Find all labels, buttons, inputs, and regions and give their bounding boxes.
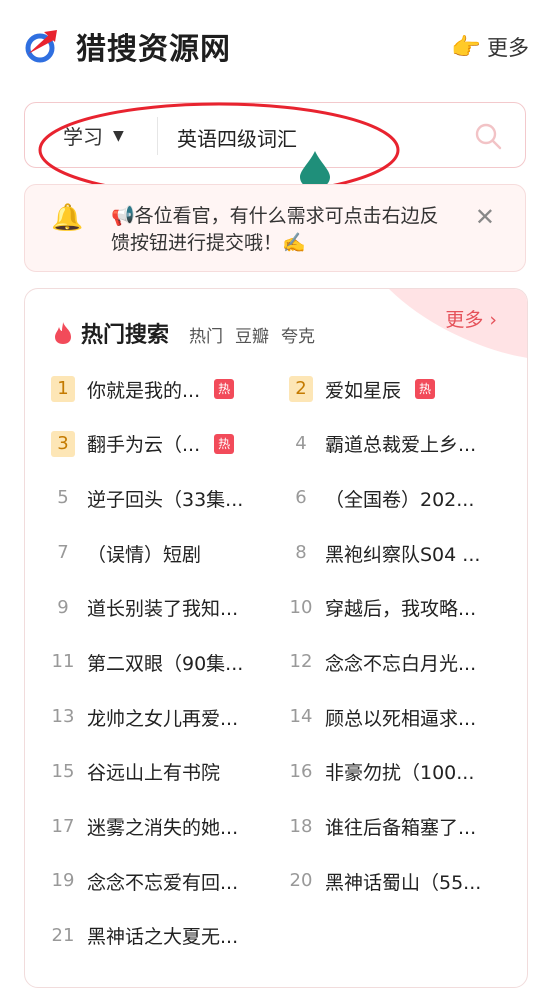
rank-number: 11 xyxy=(51,651,75,673)
item-title: 翻手为云（... xyxy=(87,434,201,457)
rank-number: 6 xyxy=(295,487,307,509)
hot-search-item[interactable]: 6 （全国卷）202... xyxy=(289,482,505,514)
fire-icon xyxy=(55,322,71,344)
item-title: 谷远山上有书院 xyxy=(87,762,221,785)
hot-search-item[interactable]: 19 念念不忘爱有回... xyxy=(51,865,267,897)
hot-badge: 热 xyxy=(415,379,436,399)
hot-search-item[interactable]: 10 穿越后，我攻略... xyxy=(289,592,505,624)
hot-search-row: 3 翻手为云（... 热 4 霸道总裁爱上乡... xyxy=(51,428,511,483)
hot-search-item[interactable]: 16 非豪勿扰（100... xyxy=(289,756,505,788)
header-more-label: 更多 xyxy=(487,36,529,60)
hot-search-item[interactable]: 7 （误情）短剧 xyxy=(51,537,267,569)
hot-search-row: 15 谷远山上有书院 16 非豪勿扰（100... xyxy=(51,756,511,811)
rank-number: 9 xyxy=(57,596,69,618)
item-title: 顾总以死相逼求... xyxy=(325,707,477,730)
tab-douban[interactable]: 豆瓣 xyxy=(235,322,269,347)
site-logo-icon[interactable] xyxy=(24,28,60,64)
rank-number: 2 xyxy=(289,376,313,402)
hot-search-row: 21 黑神话之大夏无... xyxy=(51,920,511,975)
hot-search-item[interactable]: 4 霸道总裁爱上乡... xyxy=(289,428,505,460)
hot-search-header: 热门搜索 热门 豆瓣 夸克 xyxy=(53,317,327,349)
rank-number: 5 xyxy=(57,487,69,509)
search-icon[interactable] xyxy=(473,121,503,151)
item-title: （全国卷）202... xyxy=(325,488,475,511)
hot-search-item[interactable]: 17 迷雾之消失的她... xyxy=(51,811,267,843)
hot-search-row: 11 第二双眼（90集... 12 念念不忘白月光... xyxy=(51,646,511,701)
item-title: 你就是我的... xyxy=(87,379,201,402)
rank-number: 13 xyxy=(51,706,75,728)
site-title[interactable]: 猎搜资源网 xyxy=(76,24,231,68)
item-title: 非豪勿扰（100... xyxy=(325,762,475,785)
item-title: 念念不忘白月光... xyxy=(325,652,477,675)
tab-hot[interactable]: 热门 xyxy=(189,322,223,347)
rank-number: 7 xyxy=(57,542,69,564)
tab-quark[interactable]: 夸克 xyxy=(281,322,315,347)
hot-search-row: 13 龙帅之女儿再爱... 14 顾总以死相逼求... xyxy=(51,701,511,756)
item-title: （误情）短剧 xyxy=(87,543,202,566)
rank-number: 17 xyxy=(51,815,75,837)
hot-search-item[interactable]: 5 逆子回头（33集... xyxy=(51,482,267,514)
hot-search-item[interactable]: 14 顾总以死相逼求... xyxy=(289,701,505,733)
item-title: 爱如星辰 xyxy=(325,379,402,402)
close-icon[interactable]: ✕ xyxy=(475,203,495,231)
item-title: 念念不忘爱有回... xyxy=(87,871,239,894)
hot-search-list: 1 你就是我的... 热 2 爱如星辰热 3 翻手为云（... 热 4 霸道总裁爱上乡... 5 逆子… xyxy=(51,373,511,975)
hot-search-item[interactable]: 12 念念不忘白月光... xyxy=(289,646,505,678)
rank-number: 12 xyxy=(289,651,313,673)
item-title: 道长别装了我知... xyxy=(87,598,239,621)
hot-search-title: 热门搜索 xyxy=(81,323,170,348)
header: 猎搜资源网 👉 更多 xyxy=(0,0,553,90)
item-title: 霸道总裁爱上乡... xyxy=(325,434,477,457)
rank-number: 14 xyxy=(289,706,313,728)
item-title: 迷雾之消失的她... xyxy=(87,817,239,839)
pointing-hand-icon: 👉 xyxy=(451,33,481,61)
hot-search-item[interactable]: 8 黑袍纠察队S04 ... xyxy=(289,537,505,569)
item-title: 穿越后，我攻略... xyxy=(325,598,477,621)
hot-badge: 热 xyxy=(214,433,235,454)
hot-more-button[interactable]: 更多 › xyxy=(445,305,497,332)
item-title: 第二双眼（90集... xyxy=(87,652,244,675)
rank-number: 10 xyxy=(289,596,313,618)
rank-number: 16 xyxy=(289,760,313,782)
hot-search-item[interactable]: 9 道长别装了我知... xyxy=(51,592,267,624)
hot-search-row: 5 逆子回头（33集... 6 （全国卷）202... xyxy=(51,482,511,537)
rank-number: 4 xyxy=(295,432,307,454)
hot-search-item[interactable]: 21 黑神话之大夏无... xyxy=(51,920,267,952)
notice-text: 📢各位看官，有什么需求可点击右边反馈按钮进行提交哦！✍️ xyxy=(111,205,439,254)
rank-number: 19 xyxy=(51,870,75,892)
notice-banner: 🔔 📢各位看官，有什么需求可点击右边反馈按钮进行提交哦！✍️ ✕ xyxy=(24,184,526,272)
rank-number: 8 xyxy=(295,542,307,564)
header-more-button[interactable]: 👉 更多 xyxy=(451,32,529,62)
rank-number: 3 xyxy=(51,430,75,457)
hot-search-row: 7 （误情）短剧 8 黑袍纠察队S04 ... xyxy=(51,537,511,592)
rank-number: 1 xyxy=(51,376,75,402)
hot-search-row: 17 迷雾之消失的她... 18 谁往后备箱塞了... xyxy=(51,811,511,866)
item-title: 逆子回头（33集... xyxy=(87,488,244,511)
hot-search-row: 9 道长别装了我知... 10 穿越后，我攻略... xyxy=(51,592,511,647)
hot-search-row: 19 念念不忘爱有回... 20 黑神话蜀山（55... xyxy=(51,865,511,920)
item-title: 黑神话之大夏无... xyxy=(87,926,239,949)
rank-number: 15 xyxy=(51,760,75,782)
hot-search-item[interactable]: 1 你就是我的... 热 xyxy=(51,373,267,405)
rank-number: 18 xyxy=(289,815,313,837)
bell-icon: 🔔 xyxy=(51,203,84,233)
item-title: 龙帅之女儿再爱... xyxy=(87,707,239,730)
hot-search-item[interactable]: 18 谁往后备箱塞了... xyxy=(289,811,505,843)
hot-search-item[interactable]: 2 爱如星辰热 xyxy=(289,373,505,405)
hot-search-panel: 更多 › 热门搜索 热门 豆瓣 夸克 1 你就是我的... 热 2 爱如星辰热 3 翻手为云… xyxy=(24,288,528,988)
hot-search-item[interactable]: 13 龙帅之女儿再爱... xyxy=(51,701,267,733)
item-title: 黑神话蜀山（55... xyxy=(325,871,482,894)
rank-number: 21 xyxy=(51,924,75,946)
item-title: 谁往后备箱塞了... xyxy=(325,817,477,839)
rank-number: 20 xyxy=(289,870,313,892)
hot-search-item[interactable]: 11 第二双眼（90集... xyxy=(51,646,267,678)
item-title: 黑袍纠察队S04 ... xyxy=(325,543,481,566)
hot-search-item[interactable]: 15 谷远山上有书院 xyxy=(51,756,267,788)
hot-search-item[interactable]: 20 黑神话蜀山（55... xyxy=(289,865,505,897)
hot-badge: 热 xyxy=(214,379,235,399)
hot-search-item[interactable]: 3 翻手为云（... 热 xyxy=(51,428,267,460)
hot-search-row: 1 你就是我的... 热 2 爱如星辰热 xyxy=(51,373,511,428)
